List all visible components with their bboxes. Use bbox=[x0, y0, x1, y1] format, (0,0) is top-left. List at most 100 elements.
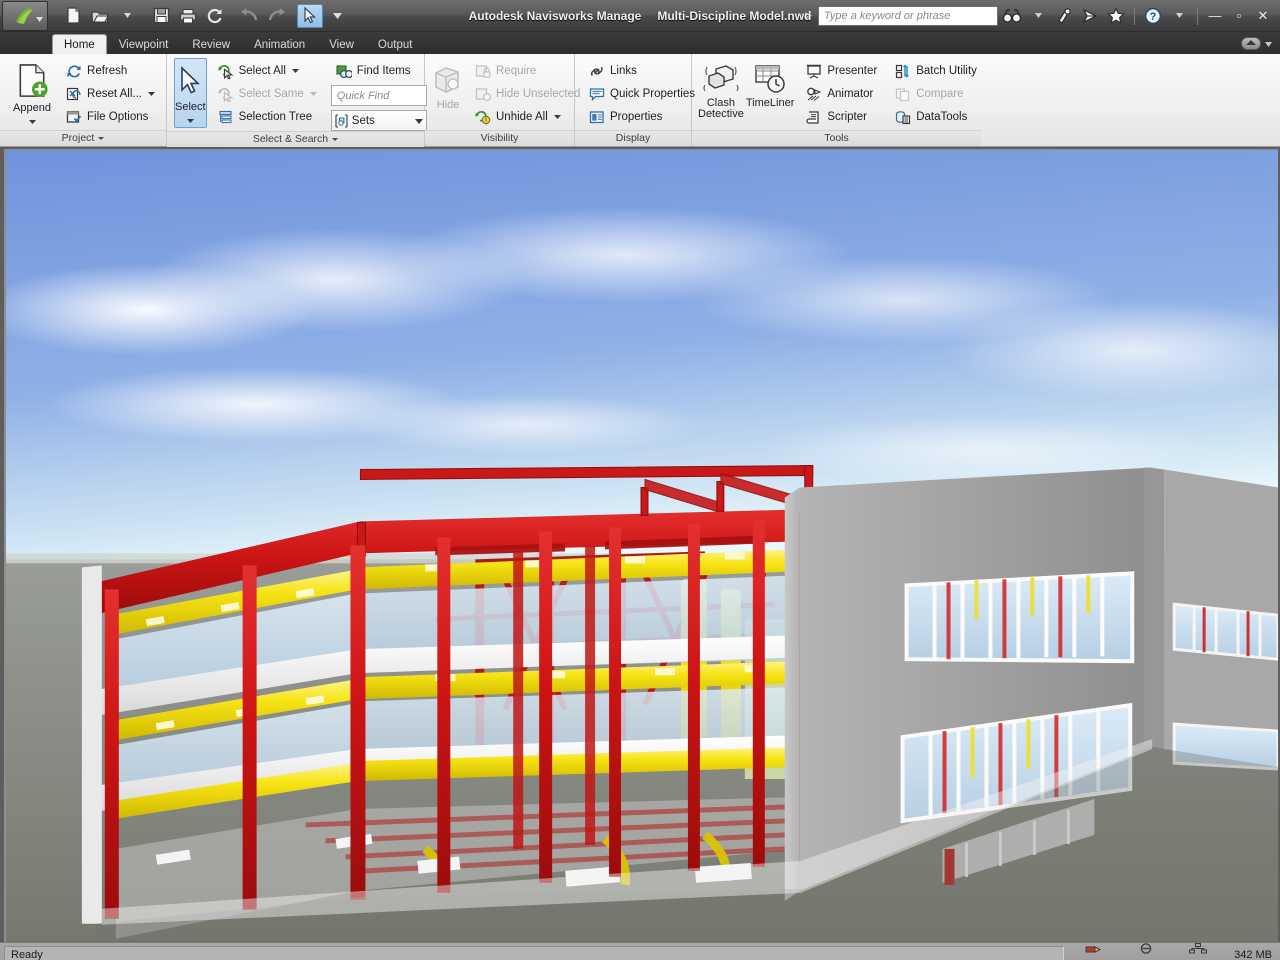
tab-output[interactable]: Output bbox=[366, 34, 425, 54]
animator-icon bbox=[806, 86, 822, 102]
viewport-container bbox=[0, 147, 1280, 942]
tab-viewpoint[interactable]: Viewpoint bbox=[107, 34, 181, 54]
panel-title-project[interactable]: Project bbox=[0, 130, 166, 146]
tab-review[interactable]: Review bbox=[180, 34, 242, 54]
refresh-document-button[interactable] bbox=[202, 4, 228, 28]
clash-detective-button[interactable]: Clash Detective bbox=[697, 58, 745, 128]
ribbon-display-options bbox=[1241, 34, 1272, 52]
project-dialog-launcher-icon[interactable] bbox=[98, 137, 104, 140]
navisworks-logo-icon bbox=[12, 5, 38, 27]
minimize-button[interactable]: — bbox=[1204, 5, 1226, 27]
open-document-button[interactable] bbox=[87, 4, 113, 28]
hide-unselected-icon bbox=[475, 86, 491, 102]
search-icon[interactable] bbox=[1000, 4, 1024, 28]
file-options-button[interactable]: File Options bbox=[61, 106, 161, 128]
disabled-progress-meter bbox=[1124, 941, 1168, 960]
quick-find-input[interactable]: Quick Find bbox=[331, 85, 427, 106]
timeliner-button-label: TimeLiner bbox=[746, 98, 795, 109]
quick-properties-button[interactable]: Quick Properties bbox=[584, 83, 700, 105]
customize-quick-access-button[interactable] bbox=[324, 4, 350, 28]
unhide-all-icon bbox=[475, 109, 491, 125]
select-search-dialog-launcher-icon[interactable] bbox=[332, 138, 338, 141]
communication-center-icon[interactable] bbox=[1078, 4, 1102, 28]
clash-detective-icon bbox=[702, 63, 740, 95]
search-dropdown-icon[interactable] bbox=[1026, 4, 1050, 28]
selection-tree-button[interactable]: Selection Tree bbox=[213, 106, 323, 128]
select-tool-button[interactable] bbox=[297, 4, 323, 28]
links-button[interactable]: Links bbox=[584, 60, 700, 82]
compare-icon bbox=[895, 86, 911, 102]
select-same-button-label: Select Same bbox=[239, 88, 304, 100]
save-document-button[interactable] bbox=[148, 4, 174, 28]
datatools-button[interactable]: DataTools bbox=[890, 106, 982, 128]
select-button[interactable]: Select bbox=[174, 58, 207, 128]
properties-button[interactable]: Properties bbox=[584, 106, 700, 128]
ribbon-panel-visibility: Hide Require Hide Unselected bbox=[425, 54, 575, 146]
undo-button[interactable] bbox=[236, 4, 262, 28]
select-all-dropdown-caret-icon[interactable] bbox=[291, 63, 300, 79]
tab-view[interactable]: View bbox=[317, 34, 366, 54]
animator-button[interactable]: Animator bbox=[801, 83, 882, 105]
require-button: Require bbox=[470, 60, 585, 82]
unhide-all-button[interactable]: Unhide All bbox=[470, 106, 585, 128]
select-all-button[interactable]: Select All bbox=[213, 60, 323, 82]
reset-all-dropdown-caret-icon[interactable] bbox=[147, 86, 156, 102]
help-dropdown-icon[interactable] bbox=[1167, 4, 1191, 28]
subscription-center-icon[interactable] bbox=[1052, 4, 1076, 28]
panel-title-tools-label: Tools bbox=[824, 131, 849, 146]
minimize-ribbon-button[interactable] bbox=[1241, 37, 1261, 50]
sets-icon bbox=[334, 113, 349, 129]
links-button-label: Links bbox=[610, 65, 637, 77]
close-button[interactable]: ✕ bbox=[1252, 5, 1274, 27]
append-dropdown-caret-icon[interactable] bbox=[29, 115, 36, 127]
reset-all-button-label: Reset All... bbox=[87, 88, 142, 100]
help-icon[interactable]: ? bbox=[1141, 4, 1165, 28]
infocenter-expand-icon[interactable]: ▶ bbox=[805, 10, 812, 21]
require-icon bbox=[475, 63, 491, 79]
infocenter-divider bbox=[1134, 7, 1135, 25]
scripter-button-label: Scripter bbox=[827, 111, 867, 123]
scripter-button[interactable]: Scripter bbox=[801, 106, 882, 128]
search-input[interactable]: Type a keyword or phrase bbox=[818, 6, 998, 26]
select-same-button: Select Same bbox=[213, 83, 323, 105]
new-document-button[interactable] bbox=[60, 4, 86, 28]
tab-animation[interactable]: Animation bbox=[242, 34, 317, 54]
unhide-all-dropdown-caret-icon[interactable] bbox=[553, 109, 562, 125]
ribbon-panel-project: Append Refresh bbox=[0, 54, 167, 146]
3d-viewport[interactable] bbox=[4, 149, 1278, 942]
sets-dropdown[interactable]: Sets bbox=[331, 110, 427, 131]
batch-utility-button[interactable]: Batch Utility bbox=[890, 60, 982, 82]
status-bar: Ready 342 MB bbox=[0, 942, 1280, 960]
refresh-button[interactable]: Refresh bbox=[61, 60, 161, 82]
properties-icon bbox=[589, 109, 605, 125]
ribbon-options-caret-icon[interactable] bbox=[1265, 34, 1272, 52]
presenter-button-label: Presenter bbox=[827, 65, 877, 77]
favorites-icon[interactable] bbox=[1104, 4, 1128, 28]
panel-title-select-search[interactable]: Select & Search bbox=[167, 131, 424, 147]
find-items-button[interactable]: Find Items bbox=[331, 60, 427, 82]
maximize-button[interactable]: ▫ bbox=[1228, 5, 1250, 27]
timeliner-button[interactable]: TimeLiner bbox=[745, 58, 796, 128]
selection-tree-icon bbox=[218, 109, 234, 125]
application-menu-button[interactable] bbox=[2, 1, 48, 31]
refresh-button-label: Refresh bbox=[87, 65, 127, 77]
select-dropdown-caret-icon[interactable] bbox=[187, 114, 194, 126]
tab-home[interactable]: Home bbox=[52, 34, 107, 54]
hide-button: Hide bbox=[430, 58, 466, 128]
file-options-icon bbox=[66, 109, 82, 125]
redo-button[interactable] bbox=[263, 4, 289, 28]
select-cursor-icon bbox=[175, 65, 205, 99]
model-scene bbox=[6, 150, 1278, 942]
panel-title-tools: Tools bbox=[692, 130, 981, 146]
sets-dropdown-caret-icon[interactable] bbox=[415, 115, 423, 127]
append-button[interactable]: Append bbox=[9, 58, 55, 128]
unhide-all-button-label: Unhide All bbox=[496, 111, 548, 123]
presenter-button[interactable]: Presenter bbox=[801, 60, 882, 82]
open-dropdown-button[interactable] bbox=[114, 4, 140, 28]
reset-all-icon bbox=[66, 86, 82, 102]
select-same-icon bbox=[218, 86, 234, 102]
progress-meters bbox=[1072, 941, 1220, 960]
reset-all-button[interactable]: Reset All... bbox=[61, 83, 161, 105]
panel-title-display: Display bbox=[575, 130, 691, 146]
print-document-button[interactable] bbox=[175, 4, 201, 28]
